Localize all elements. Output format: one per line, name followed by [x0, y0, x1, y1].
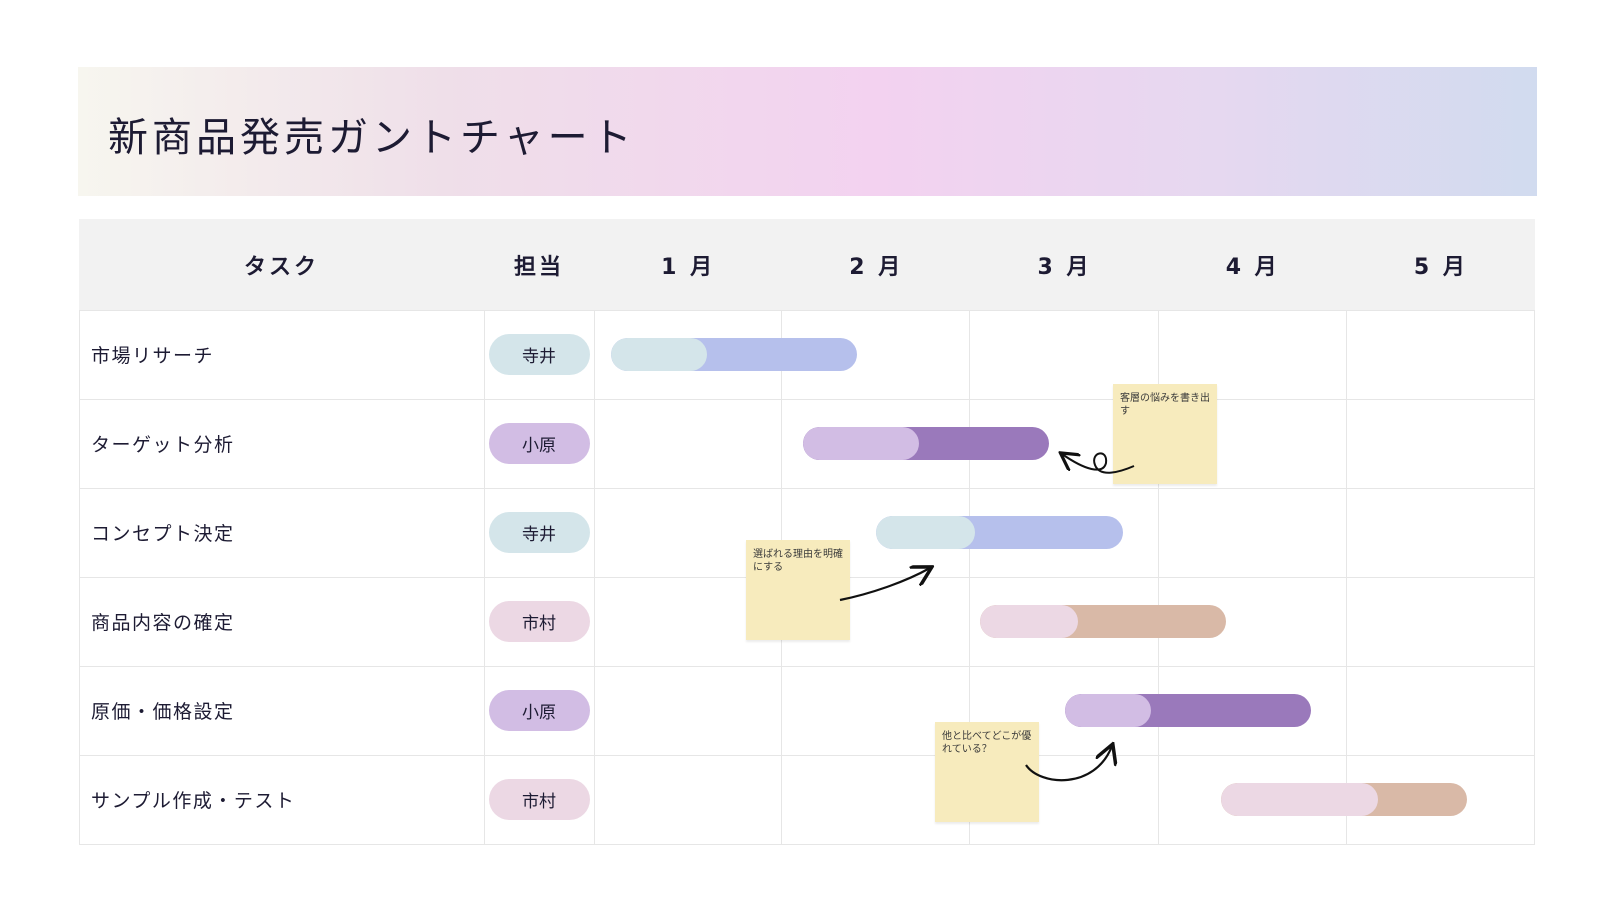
header-task: タスク — [243, 254, 319, 280]
gantt-chart: タスク 担当 1 月2 月3 月4 月5 月 市場リサーチ 寺井 ターゲット分析 小原… — [79, 219, 1535, 847]
task-bar-progress — [1220, 783, 1379, 816]
task-row: 原価・価格設定 小原 — [79, 666, 1535, 755]
sticky-note-2[interactable]: 選ばれる理由を明確にする — [746, 540, 850, 640]
owner-badge: 寺井 — [488, 334, 590, 375]
task-bar[interactable] — [1220, 783, 1468, 816]
task-bar-progress — [1064, 694, 1151, 727]
sticky-note-1[interactable]: 客層の悩みを書き出す — [1113, 384, 1217, 484]
task-bar-progress — [876, 516, 975, 549]
header-month-4: 4 月 — [1225, 254, 1280, 280]
sticky-note-3[interactable]: 他と比べてどこが優れている？ — [935, 722, 1039, 822]
task-row: 市場リサーチ 寺井 — [79, 310, 1535, 399]
page-title: 新商品発売ガントチャート — [108, 115, 636, 161]
header-owner: 担当 — [513, 254, 564, 280]
task-bar-progress — [610, 338, 708, 371]
task-bar[interactable] — [979, 605, 1227, 638]
owner-badge: 小原 — [488, 690, 590, 731]
task-row: サンプル作成・テスト 市村 — [79, 755, 1535, 844]
task-name: コンセプト決定 — [91, 523, 235, 545]
task-name: サンプル作成・テスト — [91, 790, 296, 812]
header-month-1: 1 月 — [661, 254, 716, 280]
task-bar[interactable] — [1064, 694, 1312, 727]
title-banner: 新商品発売ガントチャート — [78, 67, 1537, 196]
task-name: 商品内容の確定 — [91, 612, 235, 634]
task-bar-progress — [979, 605, 1079, 638]
header-month-3: 3 月 — [1037, 254, 1092, 280]
header-month-2: 2 月 — [849, 254, 904, 280]
task-bar[interactable] — [802, 427, 1050, 460]
row-divider — [79, 844, 1535, 845]
header-month-5: 5 月 — [1413, 254, 1468, 280]
owner-badge: 寺井 — [488, 512, 590, 553]
task-bar[interactable] — [610, 338, 858, 371]
task-name: ターゲット分析 — [91, 434, 235, 456]
task-bar-progress — [802, 427, 919, 460]
task-name: 原価・価格設定 — [91, 701, 235, 723]
task-row: ターゲット分析 小原 — [79, 399, 1535, 488]
task-name: 市場リサーチ — [91, 345, 215, 367]
owner-badge: 市村 — [488, 601, 590, 642]
owner-badge: 市村 — [488, 779, 590, 820]
owner-badge: 小原 — [488, 423, 590, 464]
task-bar[interactable] — [876, 516, 1123, 549]
